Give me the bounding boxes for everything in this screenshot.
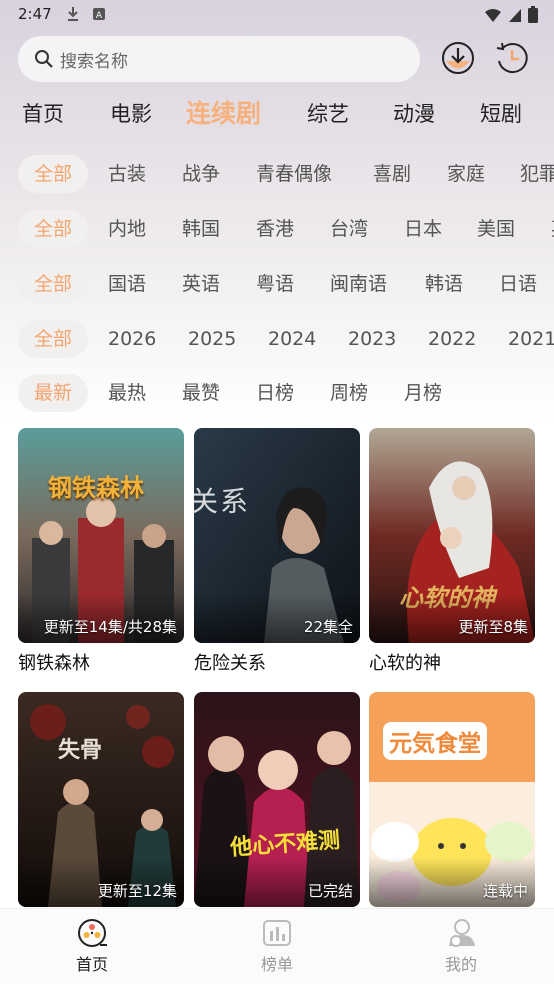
drama-card[interactable]: 心软的神 更新至8集 心软的神: [369, 428, 535, 675]
sort-chip[interactable]: 周榜: [330, 374, 368, 412]
language-chip[interactable]: 英语: [182, 265, 220, 303]
bottom-nav: 首页 榜单 我的: [0, 908, 554, 984]
language-chip[interactable]: 闽南语: [330, 265, 387, 303]
drama-card[interactable]: 他心不难测 已完结: [194, 692, 360, 907]
filter-year: 全部 2026 2025 2024 2023 2022 2021: [0, 320, 554, 360]
sort-chip[interactable]: 月榜: [404, 374, 442, 412]
episode-badge: 更新至14集/共28集: [43, 618, 177, 636]
year-chip[interactable]: 2023: [348, 320, 396, 358]
signal-icon: [509, 8, 521, 22]
svg-text:A: A: [96, 11, 103, 21]
wifi-icon: [485, 8, 501, 22]
bottom-nav-ranking[interactable]: 榜单: [232, 917, 322, 975]
filter-language: 全部 国语 英语 粤语 闽南语 韩语 日语: [0, 265, 554, 305]
region-chip[interactable]: 日本: [404, 210, 442, 248]
card-title: 心软的神: [369, 653, 441, 674]
region-chip[interactable]: 美国: [477, 210, 515, 248]
poster-image: 他心不难测 已完结: [194, 692, 360, 907]
poster-image: 失骨 更新至12集: [18, 692, 184, 907]
genre-chip[interactable]: 喜剧: [373, 155, 411, 193]
genre-chip[interactable]: 古装: [108, 155, 146, 193]
episode-badge: 更新至8集: [458, 618, 528, 636]
status-time: 2:47: [18, 5, 52, 23]
tab-short-drama[interactable]: 短剧: [480, 98, 522, 128]
year-chip[interactable]: 2025: [188, 320, 236, 358]
tab-variety[interactable]: 综艺: [307, 98, 349, 128]
bottom-nav-home[interactable]: 首页: [47, 917, 137, 975]
region-chip[interactable]: 韩国: [182, 210, 220, 248]
card-title: 钢铁森林: [18, 653, 90, 674]
region-chip[interactable]: 台湾: [330, 210, 368, 248]
notification-a-icon: A: [93, 8, 105, 21]
year-chip[interactable]: 2024: [268, 320, 316, 358]
card-title: 危险关系: [194, 653, 266, 674]
drama-card[interactable]: 钢铁森林 更新至14集/共28集 钢铁森林: [18, 428, 184, 675]
language-chip-all[interactable]: 全部: [18, 265, 89, 303]
region-chip[interactable]: 内地: [108, 210, 146, 248]
episode-badge: 连载中: [482, 882, 528, 900]
bottom-nav-home-label: 首页: [75, 955, 108, 974]
download-icon: [68, 7, 78, 21]
language-chip[interactable]: 韩语: [425, 265, 463, 303]
region-chip[interactable]: 香港: [256, 210, 294, 248]
bottom-nav-ranking-label: 榜单: [260, 955, 293, 974]
search-icon: [35, 50, 53, 68]
sort-chip-latest[interactable]: 最新: [18, 374, 89, 412]
year-chip[interactable]: 2026: [108, 320, 156, 358]
episode-badge: 已完结: [307, 882, 353, 900]
episode-badge: 更新至12集: [97, 882, 177, 900]
top-nav: 首页 电影 连续剧 综艺 动漫 短剧: [0, 92, 554, 136]
chart-icon: [263, 920, 291, 946]
history-icon[interactable]: [494, 40, 530, 76]
drama-card[interactable]: 失骨 更新至12集: [18, 692, 184, 907]
tab-movie[interactable]: 电影: [110, 98, 152, 128]
film-reel-icon: [78, 919, 107, 947]
status-right: [484, 6, 538, 23]
sort-chip[interactable]: 最赞: [182, 374, 220, 412]
genre-chip[interactable]: 战争: [182, 155, 220, 193]
poster-title-text: 失骨: [58, 738, 103, 763]
episode-badge: 22集全: [303, 618, 353, 636]
year-chip-all[interactable]: 全部: [18, 320, 89, 358]
filter-sort: 最新 最热 最赞 日榜 周榜 月榜: [0, 374, 554, 414]
tab-anime[interactable]: 动漫: [393, 98, 435, 128]
language-chip[interactable]: 国语: [108, 265, 146, 303]
drama-card[interactable]: 关系 22集全 危险关系: [194, 428, 360, 675]
language-chip[interactable]: 粤语: [256, 265, 294, 303]
download-manager-icon[interactable]: [440, 40, 476, 76]
bottom-nav-mine[interactable]: 我的: [416, 917, 506, 975]
year-chip[interactable]: 2021: [508, 320, 554, 358]
search-input[interactable]: 搜索名称: [18, 36, 420, 82]
drama-card[interactable]: 元気食堂 连载中: [369, 692, 535, 907]
genre-chip[interactable]: 青春偶像: [256, 155, 332, 193]
poster-title-text: 关系: [194, 485, 251, 518]
poster-title-text: 元気食堂: [383, 722, 487, 760]
region-chip-all[interactable]: 全部: [18, 210, 89, 248]
bottom-nav-mine-label: 我的: [444, 955, 477, 974]
filter-region: 全部 内地 韩国 香港 台湾 日本 美国 英: [0, 210, 554, 250]
poster-image: 关系 22集全: [194, 428, 360, 643]
year-chip[interactable]: 2022: [428, 320, 476, 358]
search-placeholder: 搜索名称: [60, 51, 128, 72]
genre-chip[interactable]: 家庭: [447, 155, 485, 193]
poster-title-text: 钢铁森林: [48, 474, 144, 502]
genre-chip-all[interactable]: 全部: [18, 155, 89, 193]
filter-genre: 全部 古装 战争 青春偶像 喜剧 家庭 犯罪: [0, 155, 554, 195]
tab-series[interactable]: 连续剧: [186, 94, 261, 130]
poster-image: 心软的神 更新至8集: [369, 428, 535, 643]
genre-chip[interactable]: 犯罪: [520, 155, 554, 193]
language-chip[interactable]: 日语: [499, 265, 537, 303]
status-bar: 2:47 A: [0, 0, 554, 30]
tab-home[interactable]: 首页: [22, 98, 64, 128]
poster-image: 钢铁森林 更新至14集/共28集: [18, 428, 184, 643]
sort-chip[interactable]: 最热: [108, 374, 146, 412]
user-icon: [449, 919, 475, 947]
sort-chip[interactable]: 日榜: [256, 374, 294, 412]
poster-image: 元気食堂 连载中: [369, 692, 535, 907]
battery-icon: [528, 6, 538, 23]
